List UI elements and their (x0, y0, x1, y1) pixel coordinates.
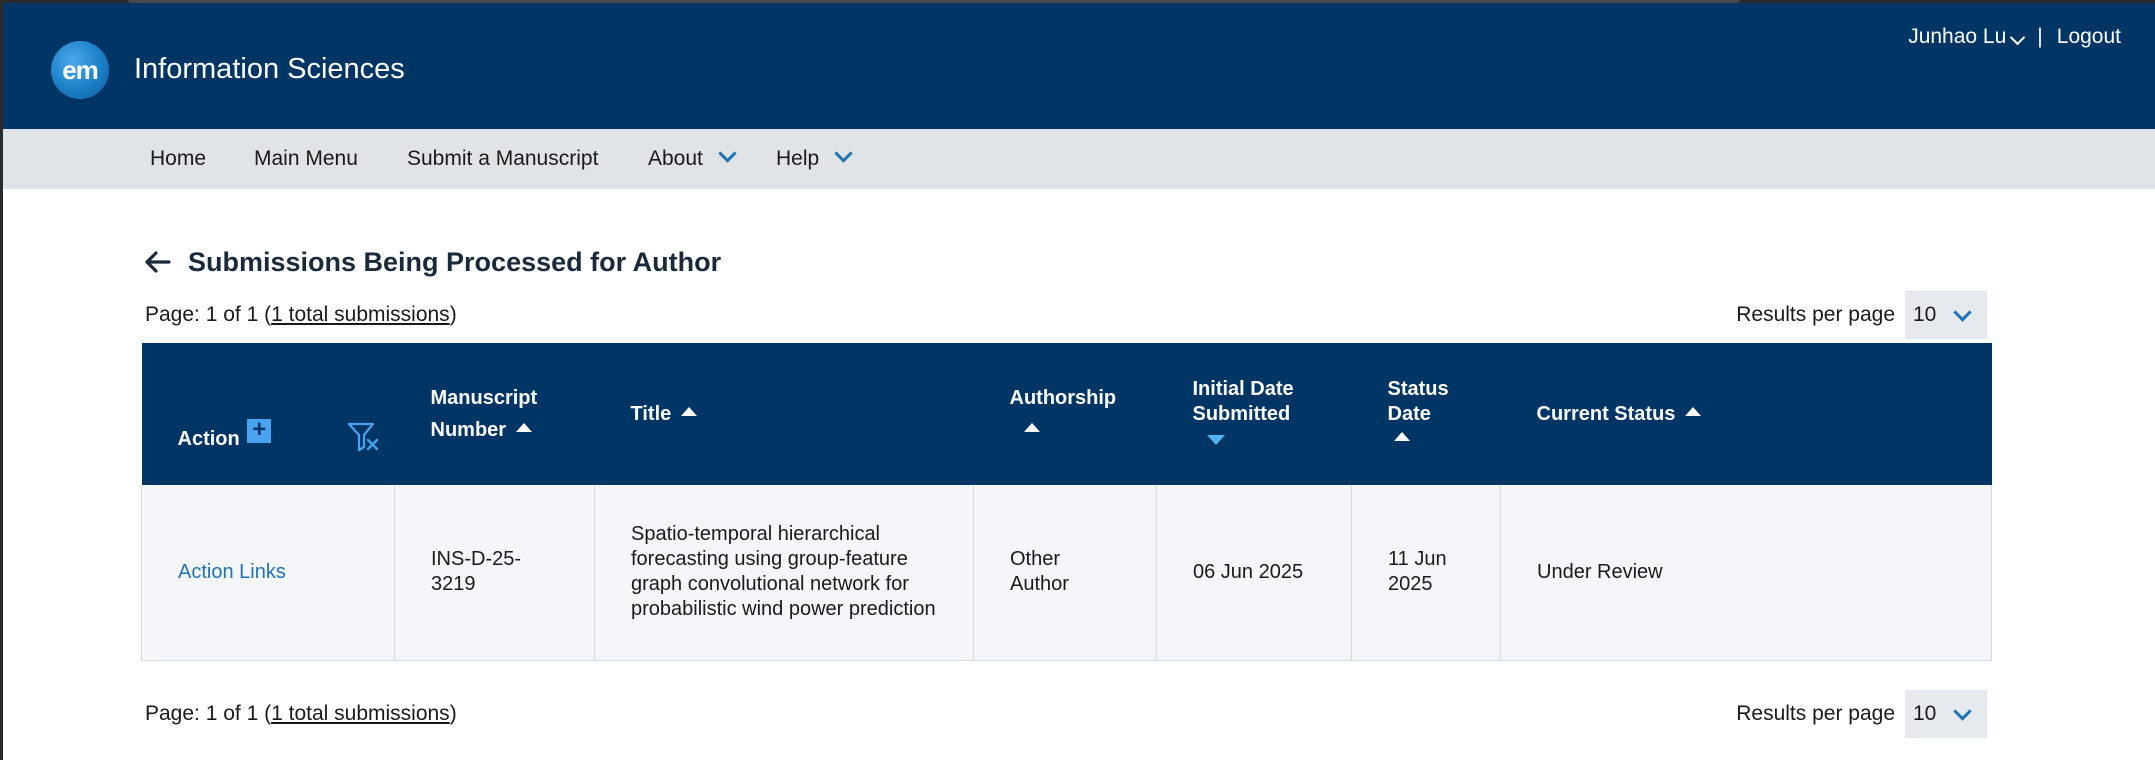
cell-authorship: Other Author (973, 485, 1157, 661)
clear-filter-icon[interactable] (347, 421, 381, 453)
pager-bottom: Page: 1 of 1 (1 total submissions) (145, 702, 457, 726)
col-status-date[interactable]: Status Date (1351, 343, 1501, 485)
col-current-status-label: Current Status (1536, 403, 1676, 425)
action-links-link[interactable]: Action Links (178, 561, 286, 583)
col-ms-label-2: Number (430, 419, 507, 441)
total-submissions-link[interactable]: 1 total submissions (271, 303, 450, 326)
cell-status-date: 11 Jun 2025 (1351, 485, 1501, 661)
submissions-table: Action + Manuscript Number Title Authors… (141, 343, 1992, 661)
col-initial-date[interactable]: Initial Date Submitted (1156, 343, 1352, 485)
table-row: Action Links INS-D-25-3219 Spatio-tempor… (141, 485, 1992, 661)
col-title[interactable]: Title (594, 343, 974, 485)
col-current-status[interactable]: Current Status (1500, 343, 1992, 485)
nav-help-label: Help (776, 147, 820, 170)
sort-asc-icon (1685, 407, 1702, 417)
sort-asc-icon (516, 423, 533, 433)
nav-home[interactable]: Home (150, 129, 206, 189)
nav-about[interactable]: About (648, 129, 737, 189)
user-menu[interactable]: Junhao Lu (1908, 25, 2037, 49)
rpp-select[interactable]: 10 (1905, 291, 1987, 339)
user-name: Junhao Lu (1908, 25, 2007, 48)
cell-action: Action Links (141, 485, 395, 661)
logo-text: em (62, 54, 99, 85)
col-action: Action + (141, 343, 395, 485)
total-submissions-link[interactable]: 1 total submissions (271, 702, 450, 725)
col-manuscript-number[interactable]: Manuscript Number (394, 343, 595, 485)
chevron-down-icon (1953, 701, 1973, 721)
pager-suffix: ) (449, 702, 457, 725)
sort-desc-icon (1206, 434, 1225, 445)
col-initial-label-1: Initial Date (1192, 377, 1294, 400)
em-logo[interactable]: em (51, 41, 109, 99)
rpp-value: 10 (1913, 702, 1937, 725)
cell-manuscript-number: INS-D-25-3219 (394, 485, 595, 661)
table-header-row: Action + Manuscript Number Title Authors… (141, 343, 1992, 485)
chevron-down-icon (834, 144, 853, 163)
nav-home-label: Home (150, 147, 207, 170)
rpp-label: Results per page (1736, 702, 1895, 725)
plus-icon[interactable]: + (247, 418, 272, 443)
sort-asc-icon (681, 407, 698, 417)
status-date-value: 11 Jun 2025 (1388, 548, 1447, 596)
cell-current-status: Under Review (1500, 485, 1992, 661)
nav-help[interactable]: Help (776, 129, 853, 189)
col-authorship[interactable]: Authorship (973, 343, 1157, 485)
sort-asc-icon (1023, 423, 1040, 433)
col-action-label: Action (177, 428, 240, 450)
chevron-down-icon (2010, 29, 2026, 46)
chevron-down-icon (718, 144, 737, 163)
initial-date-value: 06 Jun 2025 (1193, 560, 1304, 583)
current-status-value: Under Review (1537, 560, 1663, 583)
logout-link[interactable]: Logout (2057, 25, 2121, 49)
results-per-page-bottom: Results per page 10 (1736, 690, 1987, 738)
page-title: Submissions Being Processed for Author (188, 247, 722, 277)
authorship-value: Other Author (1010, 548, 1069, 596)
rpp-value: 10 (1913, 303, 1937, 326)
sort-asc-icon (1393, 431, 1410, 441)
nav-main-menu[interactable]: Main Menu (254, 129, 358, 189)
nav-main-menu-label: Main Menu (254, 147, 358, 170)
col-title-label: Title (630, 403, 672, 425)
separator: | (2037, 25, 2043, 48)
cell-initial-date: 06 Jun 2025 (1156, 485, 1352, 661)
pager-top: Page: 1 of 1 (1 total submissions) (145, 303, 457, 327)
col-ms-label-1: Manuscript (430, 387, 538, 409)
nav-submit-label: Submit a Manuscript (407, 147, 599, 170)
manuscript-title: Spatio-temporal hierarchical forecasting… (631, 523, 936, 621)
rpp-label: Results per page (1736, 303, 1895, 326)
col-status-label-1: Status (1387, 377, 1449, 400)
pager-suffix: ) (449, 303, 457, 326)
results-per-page-top: Results per page 10 (1736, 291, 1987, 339)
chevron-down-icon (1953, 302, 1973, 322)
col-status-label-2: Date (1387, 402, 1431, 425)
journal-title: Information Sciences (134, 53, 405, 85)
col-initial-label-2: Submitted (1192, 402, 1291, 425)
cell-title: Spatio-temporal hierarchical forecasting… (594, 485, 974, 661)
nav-submit-manuscript[interactable]: Submit a Manuscript (407, 129, 598, 189)
user-area: Junhao Lu | Logout (1908, 25, 2121, 49)
main-nav: Home Main Menu Submit a Manuscript About… (3, 129, 2155, 189)
back-arrow-icon[interactable] (142, 247, 172, 277)
pager-text: Page: 1 of 1 ( (145, 303, 272, 326)
col-authorship-label: Authorship (1009, 387, 1117, 409)
pager-text: Page: 1 of 1 ( (145, 702, 272, 725)
nav-about-label: About (648, 147, 703, 170)
manuscript-number: INS-D-25-3219 (431, 548, 522, 596)
rpp-select[interactable]: 10 (1905, 690, 1987, 738)
site-header: em Information Sciences Junhao Lu | Logo… (3, 3, 2155, 129)
